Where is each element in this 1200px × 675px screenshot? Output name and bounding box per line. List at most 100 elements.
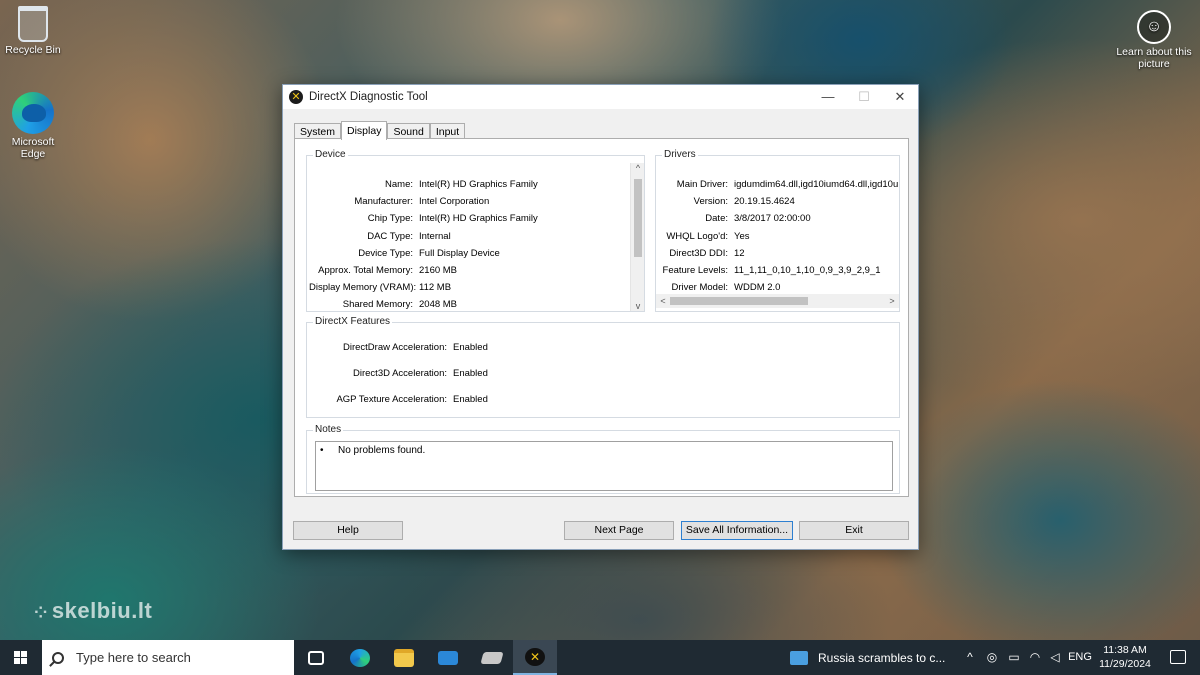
dxdiag-window: ✕ DirectX Diagnostic Tool — ☐ ✕ System D… — [282, 84, 919, 550]
driver-row: Direct3D DDI: 12 — [669, 247, 745, 259]
notes-box[interactable]: • No problems found. — [315, 441, 893, 491]
feature-row: Direct3D Acceleration: Enabled — [353, 368, 488, 379]
scroll-right-icon[interactable]: > — [885, 294, 899, 308]
notes-group-title: Notes — [313, 424, 344, 435]
task-view-icon — [308, 650, 324, 665]
driver-row: Date: 3/8/2017 02:00:00 — [705, 213, 811, 225]
maximize-button: ☐ — [858, 89, 870, 104]
windows-logo-icon — [14, 651, 27, 664]
scroll-down-icon[interactable]: v — [631, 301, 645, 311]
drivers-group-title: Drivers — [662, 149, 698, 160]
driver-row: Main Driver: igdumdim64.dll,igd10iumd64.d… — [676, 179, 899, 190]
device-row: Device Type: Full Display Device — [358, 247, 500, 259]
title-bar[interactable]: ✕ DirectX Diagnostic Tool — ☐ ✕ — [283, 85, 918, 109]
directx-icon: ✕ — [289, 90, 303, 104]
wifi-icon: ◠ — [1029, 650, 1041, 664]
camera-icon: ◎ — [986, 650, 998, 664]
recycle-bin-shortcut[interactable]: Recycle Bin — [0, 6, 68, 56]
device-row: Display Memory (VRAM): 112 MB — [309, 282, 452, 294]
device-row: DAC Type: Internal — [367, 230, 451, 242]
chevron-up-icon: ^ — [967, 650, 973, 664]
watermark-dots-icon: ⁘ — [34, 605, 48, 622]
device-manager-icon — [480, 651, 504, 664]
learn-about-picture-shortcut[interactable]: ☺ Learn about this picture — [1114, 10, 1194, 70]
tray-meet-button[interactable]: ◎ — [984, 640, 1000, 675]
device-list: Name: Intel(R) HD Graphics Family Manufac… — [309, 176, 629, 314]
taskbar-device-button[interactable] — [470, 640, 514, 675]
recycle-bin-label: Recycle Bin — [5, 44, 61, 56]
next-page-button[interactable]: Next Page — [564, 521, 674, 540]
language-indicator[interactable]: ENG — [1068, 640, 1092, 675]
driver-row: Feature Levels: 11_1,11_0,10_1,10_0,9_3,9… — [662, 265, 881, 277]
drivers-horizontal-scrollbar[interactable]: < > — [656, 294, 899, 308]
taskbar-clock[interactable]: 11:38 AM 11/29/2024 — [1094, 643, 1156, 671]
battery-icon: ▭ — [1008, 650, 1020, 664]
device-row: Name: Intel(R) HD Graphics Family — [385, 179, 538, 190]
device-row: Chip Type: Intel(R) HD Graphics Family — [367, 213, 538, 225]
help-button[interactable]: Help — [293, 521, 403, 540]
edge-icon — [350, 648, 370, 667]
search-icon — [52, 651, 64, 664]
watermark: ⁘ skelbiu.lt — [34, 598, 153, 623]
taskbar-search-box[interactable]: Type here to search — [42, 640, 294, 675]
folder-icon — [394, 648, 414, 667]
taskbar-edge-button[interactable] — [338, 640, 382, 675]
display-tab-panel: Device Name: Intel(R) HD Graphics Family … — [294, 138, 909, 497]
tab-strip: System Display Sound Input — [294, 121, 466, 140]
volume-button[interactable]: ◁ — [1047, 640, 1063, 675]
scroll-left-icon[interactable]: < — [656, 294, 670, 308]
taskbar-dxdiag-button[interactable]: ✕ — [513, 640, 557, 675]
camera-icon: ☺ — [1137, 10, 1171, 44]
learn-label: Learn about this picture — [1116, 46, 1192, 70]
clock-time: 11:38 AM — [1103, 644, 1147, 656]
save-all-information-button[interactable]: Save All Information... — [681, 521, 793, 540]
news-widget[interactable]: Russia scrambles to c... — [790, 640, 945, 675]
taskbar-file-explorer-button[interactable] — [382, 640, 426, 675]
speaker-icon: ◁ — [1050, 650, 1060, 664]
features-list: DirectDraw Acceleration: Enabled Direct3D… — [307, 335, 707, 413]
battery-button[interactable]: ▭ — [1005, 640, 1023, 675]
start-button[interactable] — [0, 640, 42, 675]
notification-icon[interactable] — [1170, 650, 1186, 664]
recycle-bin-icon — [18, 6, 48, 42]
exit-button[interactable]: Exit — [799, 521, 909, 540]
feature-row: DirectDraw Acceleration: Enabled — [342, 342, 488, 353]
news-headline: Russia scrambles to c... — [818, 650, 946, 665]
device-row: Manufacturer: Intel Corporation — [354, 196, 490, 208]
scroll-up-icon[interactable]: ^ — [631, 163, 645, 173]
notes-bullet: • — [320, 445, 324, 456]
network-button[interactable]: ◠ — [1027, 640, 1043, 675]
taskbar: Type here to search ✕ Russia scrambles t… — [0, 640, 1200, 675]
feature-row: AGP Texture Acceleration: Enabled — [336, 394, 488, 405]
show-hidden-icons-button[interactable]: ^ — [962, 640, 978, 675]
device-row: Shared Memory: 2048 MB — [342, 299, 458, 311]
task-view-button[interactable] — [294, 640, 338, 675]
notes-text: No problems found. — [338, 445, 426, 456]
device-vertical-scrollbar[interactable]: ^ v — [630, 163, 644, 311]
search-placeholder: Type here to search — [76, 650, 191, 665]
scroll-thumb[interactable] — [670, 297, 808, 305]
device-group-title: Device — [313, 149, 348, 160]
device-row: Approx. Total Memory: 2160 MB — [318, 265, 458, 277]
directx-icon: ✕ — [525, 647, 545, 666]
edge-label: Microsoft Edge — [11, 136, 55, 160]
device-group: Device Name: Intel(R) HD Graphics Family … — [306, 149, 645, 314]
edge-icon — [12, 92, 54, 134]
tab-display[interactable]: Display — [341, 121, 388, 140]
minimize-button[interactable]: — — [810, 85, 846, 109]
drivers-list: Main Driver: igdumdim64.dll,igd10iumd64.d… — [656, 176, 899, 296]
directx-features-group: DirectX Features DirectDraw Acceleration… — [306, 316, 900, 418]
notes-group: Notes • No problems found. — [306, 424, 900, 494]
clock-date: 11/29/2024 — [1099, 658, 1151, 670]
driver-row: Version: 20.19.15.4624 — [693, 196, 795, 208]
drivers-group: Drivers Main Driver: igdumdim64.dll,igd10… — [655, 149, 900, 312]
features-group-title: DirectX Features — [313, 316, 393, 327]
scroll-thumb[interactable] — [634, 179, 642, 257]
driver-row: WHQL Logo'd: Yes — [666, 230, 750, 242]
window-title: DirectX Diagnostic Tool — [309, 91, 428, 103]
mail-icon — [438, 650, 458, 665]
close-button[interactable]: ✕ — [882, 85, 918, 109]
taskbar-mail-button[interactable] — [426, 640, 470, 675]
microsoft-edge-shortcut[interactable]: Microsoft Edge — [0, 92, 68, 160]
news-icon — [790, 650, 808, 665]
